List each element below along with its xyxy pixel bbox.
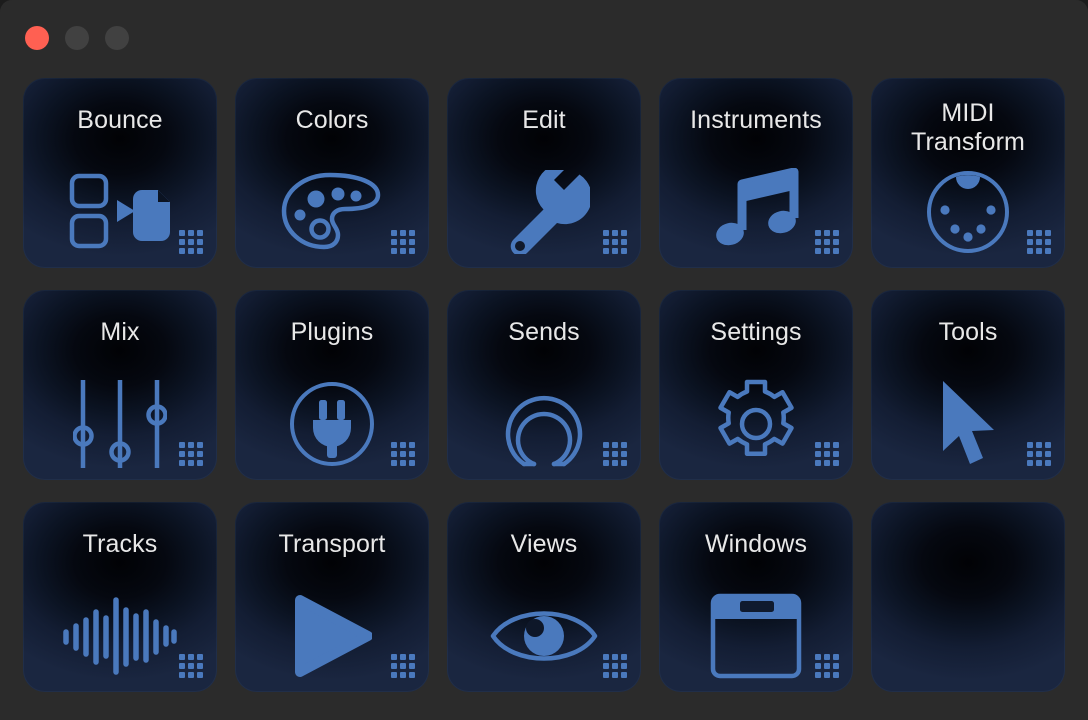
card-title: Bounce (77, 106, 163, 134)
card-settings[interactable]: Settings (659, 290, 853, 480)
card-title: Settings (710, 318, 802, 346)
minimize-button[interactable] (65, 26, 89, 50)
card-empty-slot[interactable] (871, 502, 1065, 692)
card-transport[interactable]: Transport (235, 502, 429, 692)
card-mix[interactable]: Mix (23, 290, 217, 480)
window-controls (25, 26, 129, 50)
grid-dots-icon[interactable] (815, 230, 839, 254)
card-title: Sends (508, 318, 580, 346)
card-title: Views (510, 530, 578, 558)
card-tools[interactable]: Tools (871, 290, 1065, 480)
card-sends[interactable]: Sends (447, 290, 641, 480)
card-plugins[interactable]: Plugins (235, 290, 429, 480)
grid-dots-icon[interactable] (1027, 230, 1051, 254)
app-window: Bounce Colors Edit Instruments MIDI Tran… (0, 0, 1088, 720)
card-title: Colors (295, 106, 369, 134)
grid-dots-icon[interactable] (391, 654, 415, 678)
card-views[interactable]: Views (447, 502, 641, 692)
grid-dots-icon[interactable] (391, 230, 415, 254)
card-title: Plugins (290, 318, 374, 346)
grid-dots-icon[interactable] (815, 654, 839, 678)
zoom-button[interactable] (105, 26, 129, 50)
card-midi-transform[interactable]: MIDI Transform (871, 78, 1065, 268)
card-title: Tools (938, 318, 998, 346)
card-tracks[interactable]: Tracks (23, 502, 217, 692)
grid-dots-icon[interactable] (603, 230, 627, 254)
grid-dots-icon[interactable] (815, 442, 839, 466)
titlebar (0, 0, 1088, 75)
card-grid: Bounce Colors Edit Instruments MIDI Tran… (23, 78, 1067, 692)
close-button[interactable] (25, 26, 49, 50)
grid-dots-icon[interactable] (603, 442, 627, 466)
grid-dots-icon[interactable] (179, 654, 203, 678)
card-title: Instruments (690, 106, 822, 134)
card-title: Transport (278, 530, 386, 558)
card-title: Windows (704, 530, 808, 558)
card-edit[interactable]: Edit (447, 78, 641, 268)
card-title: Tracks (82, 530, 158, 558)
grid-dots-icon[interactable] (179, 230, 203, 254)
card-title: Edit (522, 106, 566, 134)
card-windows[interactable]: Windows (659, 502, 853, 692)
grid-dots-icon[interactable] (179, 442, 203, 466)
grid-dots-icon[interactable] (1027, 442, 1051, 466)
grid-dots-icon[interactable] (391, 442, 415, 466)
card-bounce[interactable]: Bounce (23, 78, 217, 268)
card-title: Mix (100, 318, 140, 346)
card-colors[interactable]: Colors (235, 78, 429, 268)
grid-dots-icon[interactable] (603, 654, 627, 678)
card-title: MIDI Transform (911, 99, 1025, 156)
card-instruments[interactable]: Instruments (659, 78, 853, 268)
